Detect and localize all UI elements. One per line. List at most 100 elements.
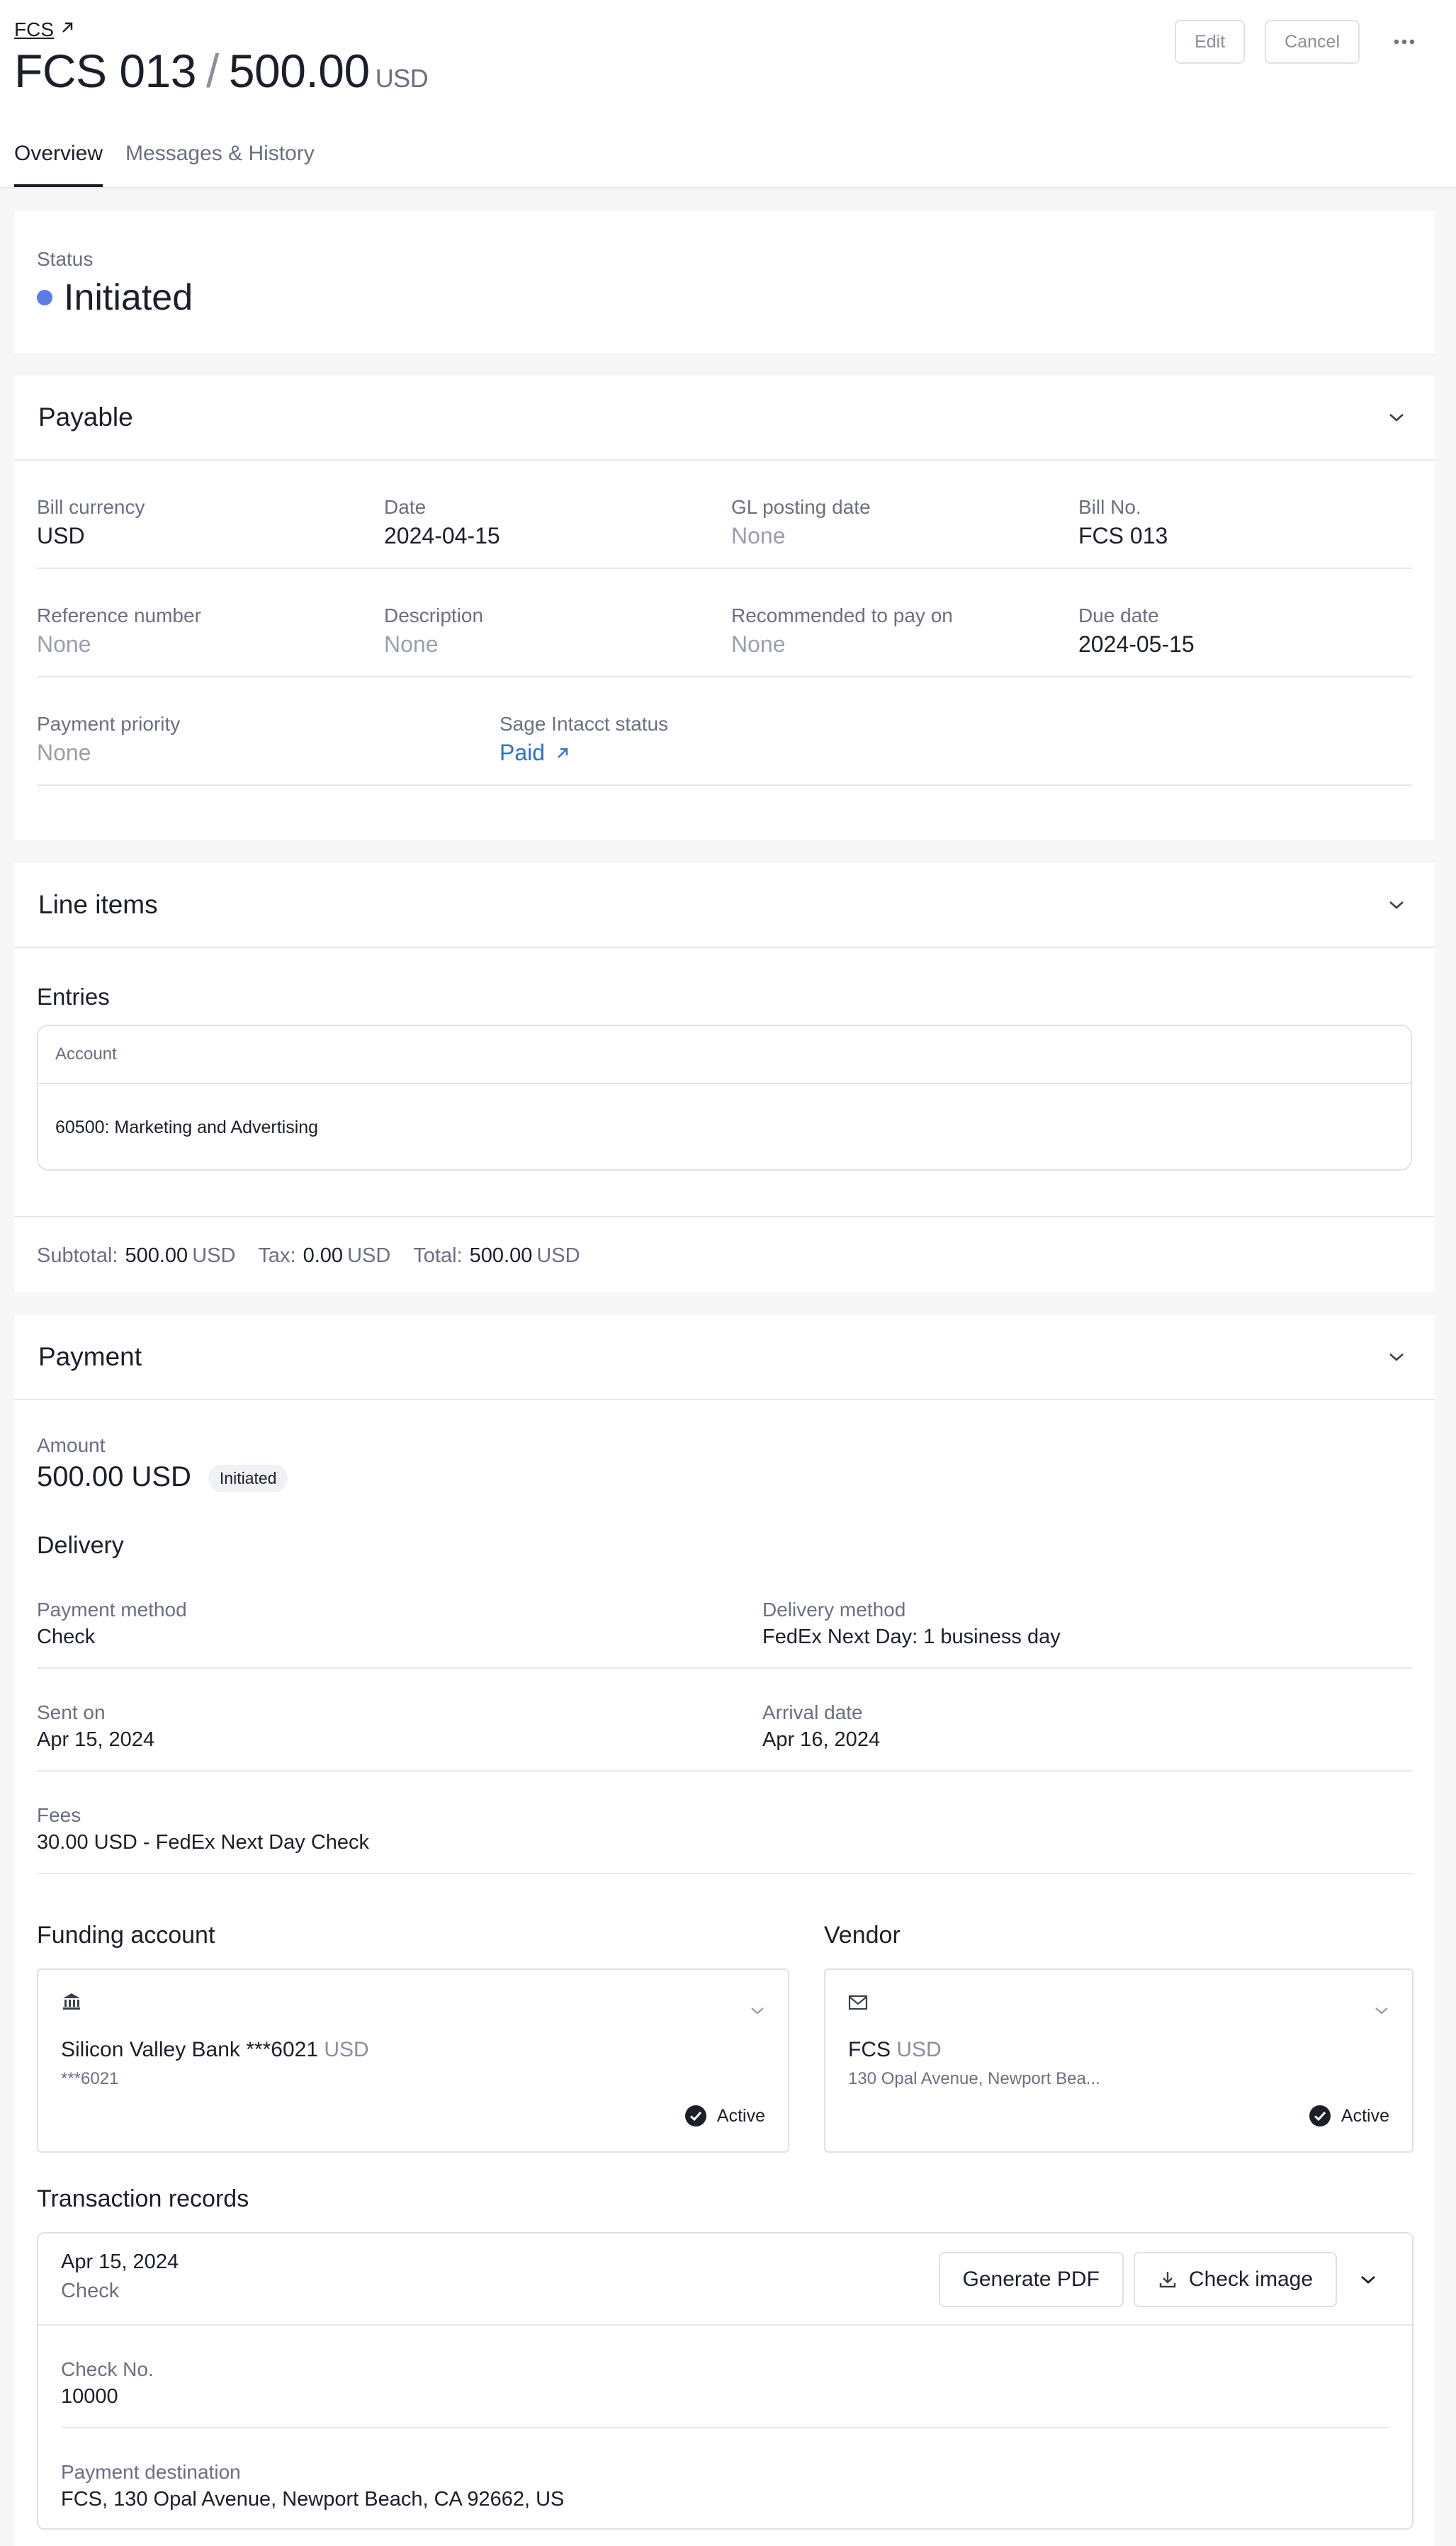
tax-label: Tax: bbox=[258, 1244, 296, 1267]
funding-account-number: ***6021 bbox=[61, 2069, 119, 2088]
field-value: 30.00 USD - FedEx Next Day Check bbox=[37, 1831, 370, 1854]
tab-bar: Overview Messages & History bbox=[14, 142, 315, 187]
divider bbox=[14, 1216, 1435, 1217]
payable-row-1: Bill currency USD Date 2024-04-15 GL posti… bbox=[37, 461, 1412, 569]
field-reference-number: Reference number None bbox=[37, 604, 384, 658]
status-card: Status Initiated bbox=[14, 211, 1435, 353]
totals-line: Subtotal: 500.00 USD Tax: 0.00 USD Total: 500… bbox=[37, 1244, 580, 1268]
subtotal-value: 500.00 bbox=[125, 1244, 188, 1267]
field-payment-priority: Payment priority None bbox=[37, 713, 500, 766]
vendor-name: FCS bbox=[848, 2038, 891, 2061]
external-link-icon bbox=[60, 20, 75, 40]
funding-account-card[interactable]: Silicon Valley Bank ***6021 USD ***6021 … bbox=[37, 1968, 789, 2153]
delivery-row-2: Sent on Apr 15, 2024 Arrival date Apr 16, … bbox=[37, 1669, 1412, 1772]
field-value: Apr 16, 2024 bbox=[762, 1728, 881, 1751]
tab-overview[interactable]: Overview bbox=[14, 142, 103, 187]
status-badge: Active bbox=[1309, 2105, 1389, 2127]
chevron-down-icon[interactable] bbox=[1382, 403, 1411, 432]
check-circle-icon bbox=[684, 2105, 706, 2127]
field-value: 10000 bbox=[61, 2385, 118, 2408]
field-value: None bbox=[37, 740, 91, 765]
vendor-info: FCS USD 130 Opal Avenue, Newport Bea... bbox=[848, 2038, 1100, 2089]
transaction-type: Check bbox=[61, 2280, 120, 2302]
chevron-down-icon[interactable] bbox=[1347, 2258, 1389, 2301]
currency: USD bbox=[536, 1244, 580, 1267]
generate-pdf-button[interactable]: Generate PDF bbox=[938, 2252, 1124, 2307]
vendor-heading: Vendor bbox=[824, 1922, 901, 1949]
delivery-row-1: Payment method Check Delivery method FedEx… bbox=[37, 1599, 1412, 1669]
chevron-down-icon[interactable] bbox=[1382, 1343, 1411, 1371]
chevron-down-icon[interactable] bbox=[1382, 891, 1411, 919]
field-bill-currency: Bill currency USD bbox=[37, 496, 384, 549]
field-value: Apr 15, 2024 bbox=[37, 1728, 155, 1751]
payable-card: Payable Bill currency USD Date 2024-04-15 … bbox=[14, 376, 1435, 840]
currency: USD bbox=[347, 1244, 391, 1267]
title-currency: USD bbox=[375, 64, 429, 93]
transaction-summary: Apr 15, 2024 Check bbox=[61, 2251, 179, 2303]
table-row[interactable]: 60500: Marketing and Advertising bbox=[38, 1084, 1411, 1171]
button-label: Check image bbox=[1188, 2268, 1313, 2291]
field-value: FCS 013 bbox=[1078, 523, 1168, 548]
transaction-records-heading: Transaction records bbox=[37, 2185, 249, 2212]
status-badge: Initiated bbox=[208, 1464, 288, 1492]
amount-value: 500.00 USD bbox=[37, 1461, 191, 1492]
sage-status-link[interactable]: Paid bbox=[500, 740, 925, 766]
chevron-down-icon[interactable] bbox=[1374, 1998, 1389, 2021]
funding-account-heading: Funding account bbox=[37, 1922, 215, 1949]
breadcrumb-link[interactable]: FCS bbox=[14, 18, 75, 41]
header-actions: Edit Cancel bbox=[1175, 20, 1429, 64]
entries-table: Account 60500: Marketing and Advertising bbox=[37, 1025, 1412, 1171]
subtotal: Subtotal: 500.00 USD bbox=[37, 1244, 235, 1268]
more-options-icon[interactable] bbox=[1379, 20, 1429, 64]
vendor-name-line: FCS USD bbox=[848, 2038, 1100, 2062]
field-value: FedEx Next Day: 1 business day bbox=[762, 1626, 1061, 1648]
tax: Tax: 0.00 USD bbox=[258, 1244, 390, 1268]
field-due-date: Due date 2024-05-15 bbox=[1078, 604, 1426, 658]
payable-header[interactable]: Payable bbox=[14, 376, 1435, 461]
funding-account-currency: USD bbox=[324, 2038, 369, 2061]
payment-header[interactable]: Payment bbox=[14, 1315, 1435, 1400]
entries-heading: Entries bbox=[37, 984, 110, 1010]
status-badge: Active bbox=[684, 2105, 765, 2127]
field-recommended-pay-on: Recommended to pay on None bbox=[731, 604, 1078, 658]
delivery-heading: Delivery bbox=[37, 1532, 124, 1559]
transaction-date: Apr 15, 2024 bbox=[61, 2251, 179, 2273]
field-value: None bbox=[731, 523, 786, 548]
total: Total: 500.00 USD bbox=[413, 1244, 580, 1268]
line-items-header[interactable]: Line items bbox=[14, 863, 1435, 948]
cancel-button[interactable]: Cancel bbox=[1265, 20, 1360, 64]
field-label: GL posting date bbox=[731, 496, 871, 518]
check-image-button[interactable]: Check image bbox=[1133, 2252, 1337, 2307]
funding-account-info: Silicon Valley Bank ***6021 USD ***6021 bbox=[61, 2038, 369, 2089]
funding-account-name: Silicon Valley Bank ***6021 bbox=[61, 2038, 319, 2061]
field-label: Sage Intacct status bbox=[500, 713, 669, 735]
field-description: Description None bbox=[384, 604, 731, 658]
payable-row-3: Payment priority None Sage Intacct status… bbox=[37, 677, 1412, 786]
status-dot-icon bbox=[37, 290, 52, 305]
field-value: None bbox=[731, 631, 786, 657]
field-label: Check No. bbox=[61, 2358, 154, 2380]
status-text: Active bbox=[1341, 2105, 1389, 2126]
transaction-details: Check No. 10000 Payment destination FCS,… bbox=[61, 2326, 1389, 2511]
transaction-header[interactable]: Apr 15, 2024 Check Generate PDF Check im… bbox=[38, 2234, 1412, 2326]
total-value: 500.00 bbox=[469, 1244, 533, 1267]
vendor-card[interactable]: FCS USD 130 Opal Avenue, Newport Bea... … bbox=[824, 1968, 1413, 2153]
line-items-title: Line items bbox=[38, 890, 158, 919]
field-label: Due date bbox=[1078, 604, 1159, 626]
total-label: Total: bbox=[413, 1244, 463, 1267]
field-label: Reference number bbox=[37, 604, 201, 626]
field-label: Fees bbox=[37, 1804, 81, 1826]
tab-messages-history[interactable]: Messages & History bbox=[125, 142, 315, 187]
breadcrumb-label: FCS bbox=[14, 18, 54, 40]
status-line: Initiated bbox=[37, 276, 1412, 319]
chevron-down-icon[interactable] bbox=[750, 1998, 765, 2021]
delivery-details: Payment method Check Delivery method FedEx… bbox=[37, 1599, 1412, 1874]
payment-amount-block: Amount 500.00 USD Initiated bbox=[37, 1434, 288, 1493]
edit-button[interactable]: Edit bbox=[1175, 20, 1246, 64]
external-link-icon bbox=[558, 748, 568, 758]
status-text: Active bbox=[716, 2105, 765, 2126]
status-label: Status bbox=[37, 248, 94, 270]
title-amount: 500.00 bbox=[228, 45, 370, 97]
field-value: 2024-04-15 bbox=[384, 523, 500, 548]
title-bill-no: FCS 013 bbox=[14, 45, 196, 97]
